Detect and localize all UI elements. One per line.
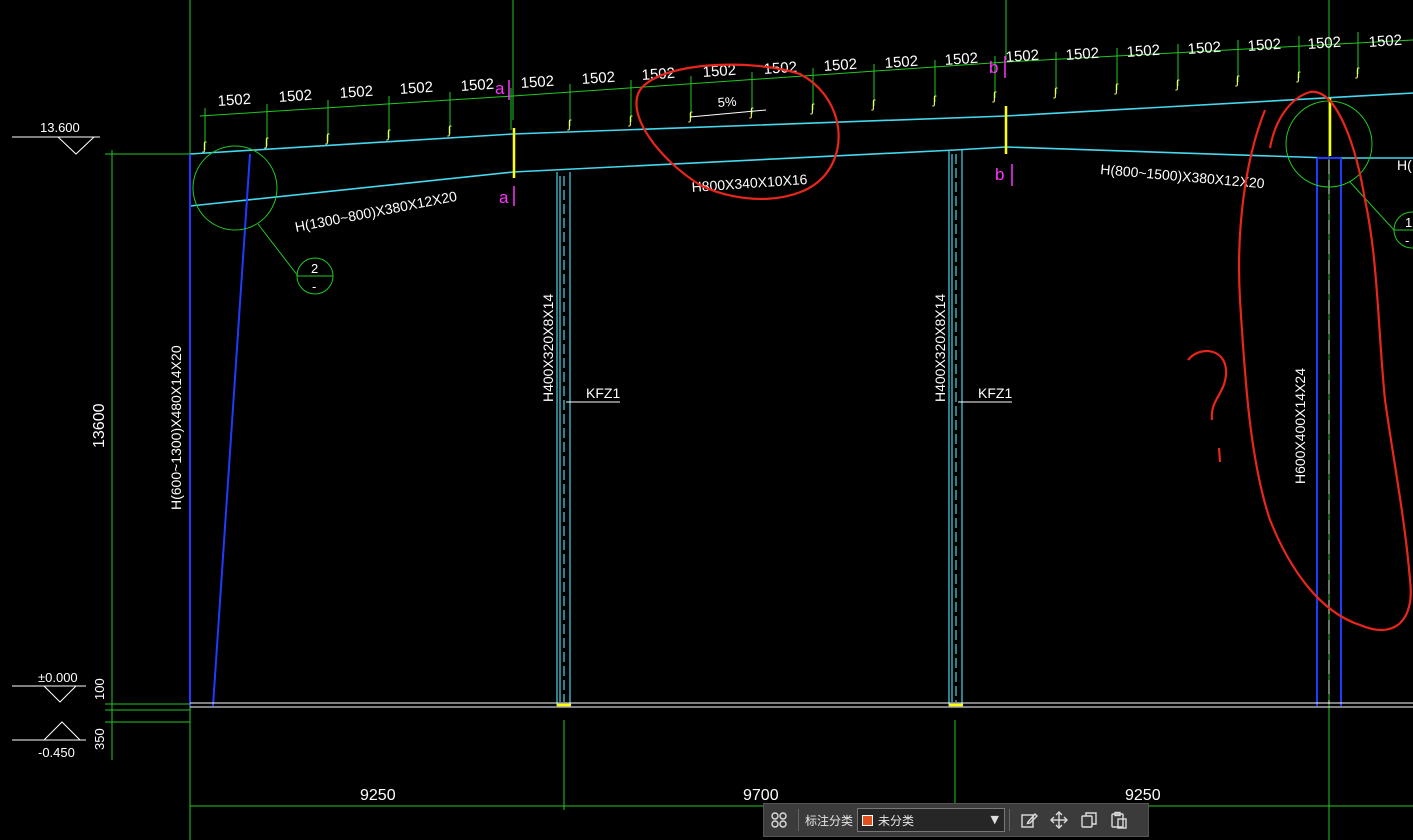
toolbar-divider	[1009, 809, 1011, 831]
bay-dimension-2: 9700	[743, 787, 779, 804]
svg-text:ʃ: ʃ	[1355, 65, 1360, 79]
bay-dimension-3: 9250	[1125, 787, 1161, 804]
dim-1502: 1502	[641, 65, 675, 84]
dim-1502: 1502	[1126, 42, 1160, 61]
dim-1502: 1502	[1065, 45, 1099, 64]
top-dimension-chain: ʃ ʃ ʃ ʃ ʃ ʃ ʃ ʃ ʃ ʃ ʃ ʃ ʃ ʃ ʃ ʃ ʃ ʃ ʃ	[199, 32, 1413, 153]
svg-text:ʃ: ʃ	[447, 123, 452, 137]
toolbar-divider	[798, 809, 799, 831]
column-mid1-label: H400X320X8X14	[540, 294, 556, 402]
category-label: 标注分类	[805, 813, 854, 828]
beam-right-label: H(800~1500)X380X12X20	[1100, 161, 1266, 191]
paste-icon[interactable]	[1104, 805, 1134, 835]
elevation-markers	[12, 136, 100, 741]
column-kfz1-b	[948, 150, 963, 706]
svg-text:ʃ: ʃ	[688, 109, 693, 123]
ground-line	[190, 702, 1413, 708]
section-b-bottom: b	[995, 165, 1004, 184]
column-left	[189, 153, 251, 707]
detail-1-number: 1	[1405, 215, 1412, 230]
detail-callout-1: 1 -	[1285, 100, 1413, 249]
svg-text:ʃ: ʃ	[628, 113, 633, 127]
dim-1502: 1502	[399, 79, 433, 98]
dim-1502: 1502	[1005, 47, 1039, 66]
column-tag-kfz1: KFZ1	[978, 385, 1012, 401]
column-right	[1316, 157, 1342, 706]
beam-right-cut-label: H(	[1397, 157, 1412, 173]
rafter-beam	[189, 92, 1413, 207]
elevation-top: 13.600	[40, 120, 80, 135]
detail-2-number: 2	[311, 261, 318, 276]
svg-text:ʃ: ʃ	[1053, 85, 1058, 99]
dim-1502: 1502	[1368, 32, 1402, 51]
edit-icon[interactable]	[1014, 805, 1044, 835]
dim-1502: 1502	[278, 87, 312, 106]
column-kfz1-a	[556, 172, 571, 706]
elevation-bottom: -0.450	[38, 745, 75, 760]
column-right-label: H600X400X14X24	[1292, 368, 1308, 484]
category-value: 未分类	[878, 813, 915, 828]
column-left-label: H(600~1300)X480X14X20	[168, 345, 184, 510]
section-a-bottom: a	[499, 188, 509, 207]
markup-loop-column	[1237, 90, 1412, 631]
detail-1-sub: -	[1405, 233, 1409, 248]
dim-1502: 1502	[884, 53, 918, 72]
category-color-swatch	[862, 814, 874, 826]
svg-text:ʃ: ʃ	[749, 105, 754, 119]
chevron-down-icon: ▼	[990, 813, 1000, 826]
red-markup	[635, 63, 1412, 631]
svg-text:ʃ: ʃ	[264, 135, 269, 149]
svg-text:ʃ: ʃ	[567, 117, 572, 131]
move-icon[interactable]	[1044, 805, 1074, 835]
dim-1502: 1502	[823, 56, 857, 75]
dim-1502: 1502	[520, 73, 554, 92]
section-cut-markers	[512, 98, 1332, 707]
column-mid2-label: H400X320X8X14	[932, 294, 948, 402]
category-select[interactable]: 未分类 ▼	[857, 808, 1006, 832]
beam-mid-label: H800X340X10X16	[691, 171, 808, 195]
markup-question-curve	[1187, 350, 1228, 421]
section-b-top: b	[989, 58, 998, 77]
svg-text:ʃ: ʃ	[810, 101, 815, 115]
svg-text:ʃ: ʃ	[992, 89, 997, 103]
height-350: 350	[92, 728, 107, 750]
section-a-top: a	[495, 79, 505, 98]
bay-dimensions: 9250 9700 9250	[360, 787, 1161, 804]
dim-1502: 1502	[1187, 39, 1221, 58]
dim-1502: 1502	[460, 76, 494, 95]
svg-text:ʃ: ʃ	[871, 97, 876, 111]
beam-left-label: H(1300~800)X380X12X20	[294, 188, 459, 235]
elevation-zero: ±0.000	[38, 670, 78, 685]
height-100: 100	[92, 678, 107, 700]
dim-1502: 1502	[944, 50, 978, 69]
svg-text:ʃ: ʃ	[1296, 69, 1301, 83]
dim-1502: 1502	[581, 69, 615, 88]
top-dimension-labels: 1502 1502 1502 1502 1502 1502 1502 1502 …	[217, 32, 1402, 110]
detail-2-sub: -	[312, 279, 316, 294]
dim-1502: 1502	[1247, 36, 1281, 55]
dim-1502: 1502	[1307, 34, 1341, 53]
height-13600: 13600	[91, 403, 108, 448]
slope-label: 5%	[717, 94, 737, 110]
dim-1502: 1502	[217, 91, 251, 110]
slope-marker: 5%	[689, 94, 767, 118]
copy-icon[interactable]	[1074, 805, 1104, 835]
dim-1502: 1502	[339, 83, 373, 102]
grid-lines	[189, 0, 1413, 840]
svg-text:ʃ: ʃ	[932, 93, 937, 107]
svg-text:ʃ: ʃ	[1114, 81, 1119, 95]
column-tag-kfz1: KFZ1	[586, 385, 620, 401]
svg-text:ʃ: ʃ	[202, 139, 207, 153]
grid-layout-icon[interactable]	[764, 805, 794, 835]
svg-text:ʃ: ʃ	[1235, 73, 1240, 87]
bay-dimension-1: 9250	[360, 787, 396, 804]
svg-text:ʃ: ʃ	[325, 131, 330, 145]
svg-text:ʃ: ʃ	[1175, 77, 1180, 91]
annotation-toolbar: 标注分类 未分类 ▼	[763, 803, 1149, 837]
svg-text:ʃ: ʃ	[386, 127, 391, 141]
